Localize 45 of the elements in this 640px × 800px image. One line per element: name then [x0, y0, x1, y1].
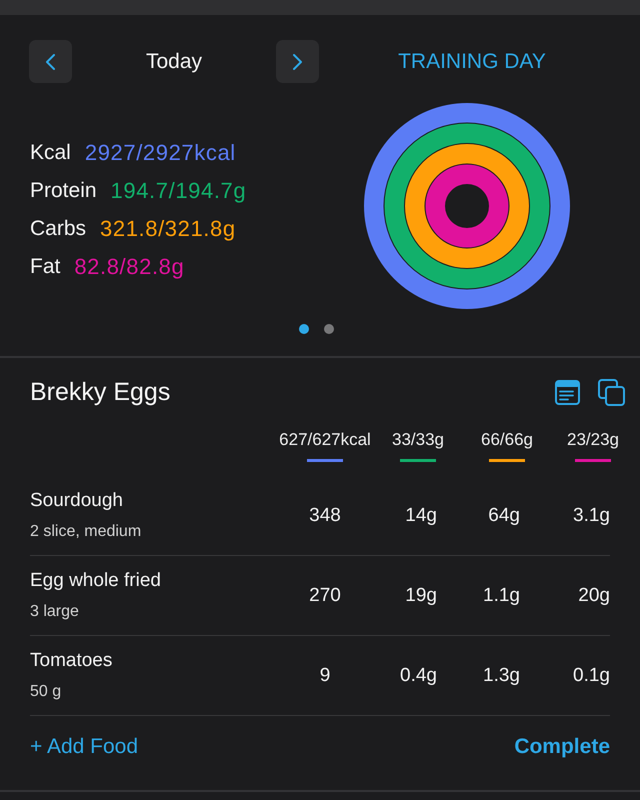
food-portion: 3 large [30, 602, 80, 622]
nutrient-value: 14g [404, 504, 438, 526]
food-name: Egg whole fried [30, 568, 162, 592]
nutrient-value: 0.4g [399, 664, 438, 686]
macro-value: 321.8/321.8g [100, 215, 236, 243]
macro-label: Kcal [30, 140, 71, 166]
nutrient-value: 64g [487, 504, 521, 526]
nutrient-value: 1.1g [482, 584, 521, 606]
food-name: Sourdough [30, 488, 124, 512]
column-total: 33/33g [392, 430, 444, 450]
nutrient-value: 20g [577, 584, 610, 606]
page-dot[interactable] [324, 324, 334, 334]
food-portion: 2 slice, medium [30, 522, 142, 542]
column-total: 66/66g [481, 430, 533, 450]
complete-button[interactable]: Complete [514, 734, 610, 760]
add-food-button[interactable]: + Add Food [30, 734, 138, 760]
macro-label: Fat [30, 254, 60, 280]
page-dot[interactable] [298, 324, 308, 334]
nutrient-value: 1.3g [482, 664, 521, 686]
notes-icon [555, 380, 580, 404]
nutrient-value: 9 [318, 664, 332, 686]
macro-value: 2927/2927kcal [84, 139, 236, 167]
macro-value: 82.8/82.8g [74, 253, 184, 281]
nutrient-value: 270 [308, 584, 342, 606]
previous-day-button[interactable] [29, 40, 72, 83]
copy-icon [598, 378, 625, 406]
macro-label: Carbs [30, 216, 86, 242]
column-total: 627/627kcal [279, 430, 371, 450]
date-label: Today [144, 50, 204, 74]
meal-title: Brekky Eggs [30, 378, 170, 406]
macro-value: 194.7/194.7g [110, 177, 246, 205]
copy-button[interactable] [598, 378, 625, 406]
column-total: 23/23g [567, 430, 619, 450]
food-name: Tomatoes [30, 648, 114, 672]
macro-label: Protein [30, 178, 97, 204]
day-type-label: TRAINING DAY [397, 50, 547, 74]
nutrient-value: 3.1g [572, 504, 610, 526]
food-portion: 50 g [30, 682, 62, 702]
next-day-button[interactable] [276, 40, 319, 83]
chevron-right-icon [293, 54, 302, 70]
nutrient-value: 19g [404, 584, 438, 606]
nutrient-value: 348 [308, 504, 342, 526]
notes-button[interactable] [555, 380, 580, 404]
chevron-left-icon [46, 54, 55, 70]
nutrient-value: 0.1g [572, 664, 610, 686]
